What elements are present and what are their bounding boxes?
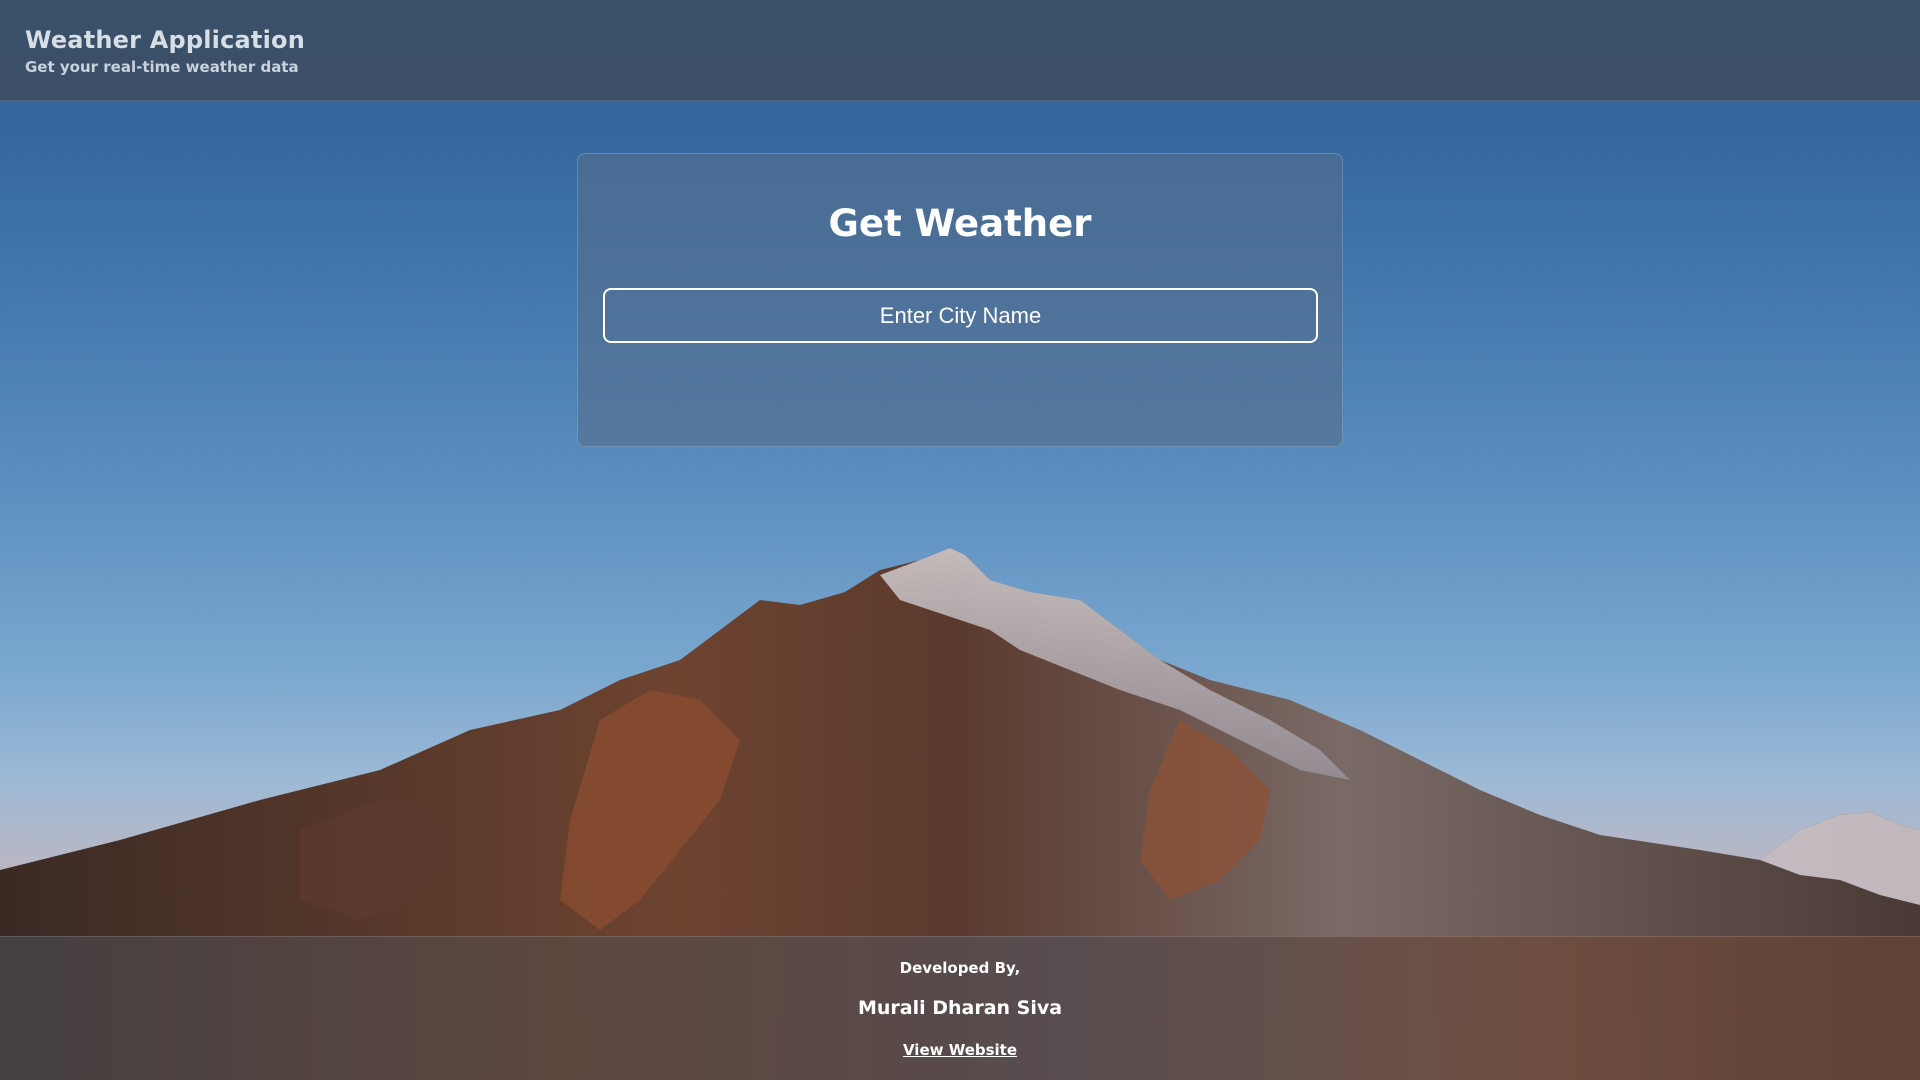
developed-by-label: Developed By, [899, 959, 1021, 977]
top-header-bar: Weather Application Get your real-time w… [0, 0, 1920, 101]
app-subtitle: Get your real-time weather data [25, 58, 299, 76]
card-heading: Get Weather [828, 202, 1092, 245]
developer-name: Murali Dharan Siva [857, 997, 1063, 1019]
page-footer: Developed By, Murali Dharan Siva View We… [0, 936, 1920, 1080]
view-website-link[interactable]: View Website [0, 1041, 1920, 1059]
weather-search-card: Get Weather [577, 153, 1343, 447]
app-title: Weather Application [25, 26, 305, 54]
city-name-input[interactable] [603, 288, 1318, 343]
